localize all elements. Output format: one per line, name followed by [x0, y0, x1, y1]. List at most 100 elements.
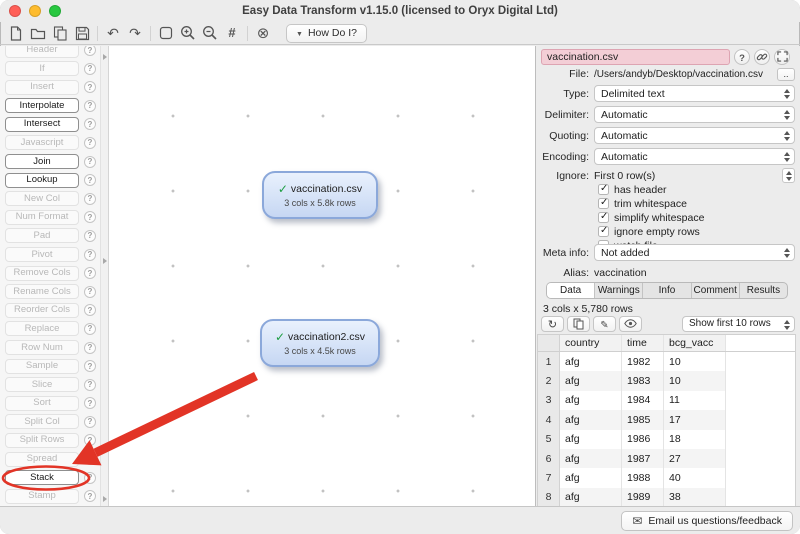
transform-button[interactable]: Replace [5, 321, 79, 336]
canvas[interactable]: vaccination.csv 3 cols x 5.8k rows vacci… [109, 46, 535, 506]
transform-button[interactable]: Intersect [5, 117, 79, 132]
transform-button[interactable]: Pivot [5, 247, 79, 262]
transform-button[interactable]: If [5, 61, 79, 76]
help-icon[interactable] [84, 434, 96, 446]
copy-button[interactable] [567, 316, 590, 332]
transform-button[interactable]: Stamp [5, 489, 79, 504]
transform-button[interactable]: Sample [5, 359, 79, 374]
help-icon[interactable] [84, 137, 96, 149]
inspector-tab[interactable]: Comment [692, 283, 740, 298]
help-icon[interactable] [84, 490, 96, 502]
checkbox[interactable] [598, 212, 609, 223]
checkbox[interactable] [598, 184, 609, 195]
help-icon[interactable] [84, 193, 96, 205]
select-button[interactable] [155, 23, 177, 44]
transform-button[interactable]: Remove Cols [5, 266, 79, 281]
help-icon[interactable] [84, 453, 96, 465]
rows-dropdown[interactable]: Show first 10 rows [682, 316, 795, 332]
duplicate-button[interactable] [49, 23, 71, 44]
transform-button[interactable]: Insert [5, 80, 79, 95]
transform-button[interactable]: Stack [5, 470, 79, 485]
refresh-button[interactable] [541, 316, 564, 332]
inspector-tab[interactable]: Data [547, 283, 595, 298]
header-time[interactable]: time [622, 335, 664, 351]
dropdown[interactable]: Automatic [594, 148, 795, 165]
node-vaccination2-csv[interactable]: vaccination2.csv 3 cols x 4.5k rows [260, 319, 380, 367]
transform-button[interactable]: Join [5, 154, 79, 169]
transform-button[interactable]: Javascript [5, 135, 79, 150]
alias-value[interactable]: vaccination [594, 267, 647, 279]
transform-button[interactable]: Spread [5, 452, 79, 467]
save-button[interactable] [71, 23, 93, 44]
browse-button[interactable]: .. [777, 68, 795, 81]
transform-button[interactable]: Slice [5, 377, 79, 392]
expand-button[interactable] [774, 49, 790, 65]
table-row[interactable]: 4 afg 1985 17 [538, 410, 795, 429]
table-row[interactable]: 2 afg 1983 10 [538, 371, 795, 390]
table-row[interactable]: 6 afg 1987 27 [538, 449, 795, 468]
transform-button[interactable]: Row Num [5, 340, 79, 355]
help-icon[interactable] [84, 397, 96, 409]
dropdown[interactable]: Delimited text [594, 85, 795, 102]
transform-button[interactable]: Lookup [5, 173, 79, 188]
help-icon[interactable] [84, 46, 96, 56]
help-icon[interactable] [84, 211, 96, 223]
open-button[interactable] [27, 23, 49, 44]
transform-button[interactable]: Split Col [5, 414, 79, 429]
help-icon[interactable] [84, 230, 96, 242]
zoom-out-button[interactable] [199, 23, 221, 44]
node-name-field[interactable]: vaccination.csv [541, 49, 730, 65]
transform-button[interactable]: Interpolate [5, 98, 79, 113]
how-do-i-button[interactable]: How Do I? [286, 24, 367, 43]
transform-button[interactable]: Pad [5, 228, 79, 243]
help-icon[interactable] [84, 416, 96, 428]
transform-button[interactable]: Reorder Cols [5, 303, 79, 318]
table-row[interactable]: 5 afg 1986 18 [538, 430, 795, 449]
inspector-tab[interactable]: Info [643, 283, 691, 298]
help-icon[interactable] [84, 118, 96, 130]
transform-button[interactable]: Num Format [5, 210, 79, 225]
help-icon[interactable] [84, 286, 96, 298]
table-row[interactable]: 7 afg 1988 40 [538, 468, 795, 487]
new-button[interactable] [5, 23, 27, 44]
help-icon[interactable] [84, 267, 96, 279]
dropdown[interactable]: Automatic [594, 106, 795, 123]
help-icon[interactable] [84, 100, 96, 112]
help-icon[interactable] [84, 63, 96, 75]
transform-button[interactable]: Sort [5, 396, 79, 411]
meta-dropdown[interactable]: Not added [594, 244, 795, 261]
help-icon[interactable] [84, 472, 96, 484]
help-icon[interactable] [84, 156, 96, 168]
checkbox[interactable] [598, 226, 609, 237]
feedback-button[interactable]: Email us questions/feedback [621, 511, 793, 531]
table-row[interactable]: 3 afg 1984 11 [538, 391, 795, 410]
checkbox[interactable] [598, 198, 609, 209]
close-button[interactable] [9, 5, 21, 17]
help-icon[interactable] [84, 360, 96, 372]
cancel-button[interactable] [252, 23, 274, 44]
help-button[interactable] [734, 49, 750, 65]
zoom-in-button[interactable] [177, 23, 199, 44]
edit-button[interactable] [593, 316, 616, 332]
help-icon[interactable] [84, 81, 96, 93]
transform-button[interactable]: Split Rows [5, 433, 79, 448]
header-country[interactable]: country [560, 335, 622, 351]
inspector-tab[interactable]: Results [740, 283, 787, 298]
link-button[interactable] [754, 49, 770, 65]
minimize-button[interactable] [29, 5, 41, 17]
table-row[interactable]: 8 afg 1989 38 [538, 488, 795, 506]
help-icon[interactable] [84, 379, 96, 391]
table-row[interactable]: 1 afg 1982 10 [538, 352, 795, 371]
help-icon[interactable] [84, 342, 96, 354]
inspector-tab[interactable]: Warnings [595, 283, 643, 298]
dropdown[interactable]: Automatic [594, 127, 795, 144]
view-button[interactable] [619, 316, 642, 332]
pane-splitter[interactable] [100, 46, 109, 506]
header-bcg-vacc[interactable]: bcg_vacc [664, 335, 726, 351]
help-icon[interactable] [84, 323, 96, 335]
help-icon[interactable] [84, 249, 96, 261]
transform-button[interactable]: Header [5, 46, 79, 58]
zoom-button[interactable] [49, 5, 61, 17]
help-icon[interactable] [84, 174, 96, 186]
grid-toggle-button[interactable] [221, 23, 243, 44]
